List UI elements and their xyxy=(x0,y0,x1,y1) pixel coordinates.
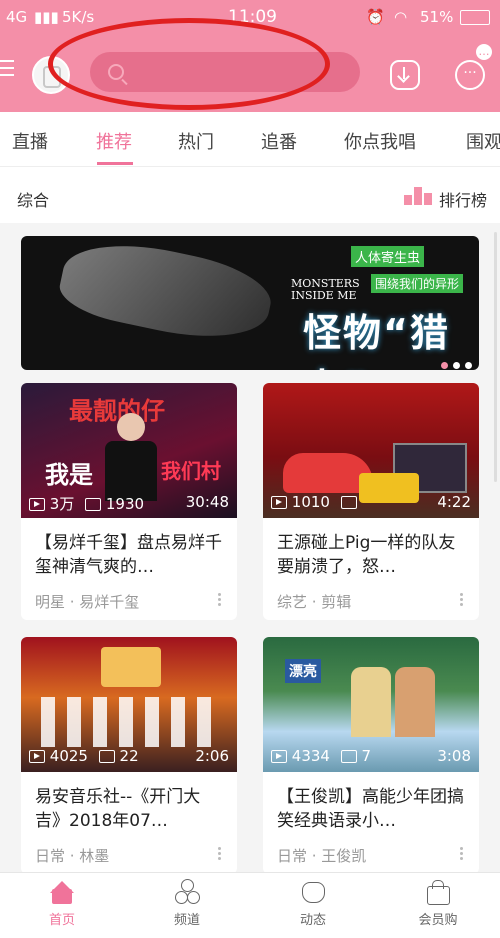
banner-subtitle: 围绕我们的异形 xyxy=(371,274,464,293)
play-count: 1010 xyxy=(291,493,330,511)
video-tag: 综艺 · 剪辑 xyxy=(277,593,352,611)
nav-home[interactable]: 首页 xyxy=(22,879,102,928)
comment-icon xyxy=(340,496,357,509)
banner-tag: 人体寄生虫 xyxy=(351,246,425,267)
menu-icon[interactable] xyxy=(0,60,14,80)
play-count: 4334 xyxy=(291,747,330,765)
play-count: 4025 xyxy=(49,747,88,765)
video-card[interactable]: 漂亮 4334 7 3:08 【王俊凯】高能少年团搞笑经典语录小… 日常 · 王… xyxy=(263,637,479,874)
signal-icon: ▮▮▮ xyxy=(34,8,59,26)
banner-english-title: MONSTERS INSIDE ME xyxy=(291,277,360,302)
nav-label: 首页 xyxy=(48,913,75,928)
video-duration: 3:08 xyxy=(437,747,471,765)
video-duration: 4:22 xyxy=(437,493,471,511)
battery-icon xyxy=(460,10,490,25)
video-card[interactable]: 4025 22 2:06 易安音乐社--《开门大吉》2018年07… 日常 · … xyxy=(21,637,237,874)
play-count-icon xyxy=(29,750,45,763)
video-tag: 日常 · 王俊凯 xyxy=(277,847,367,865)
more-options-icon[interactable] xyxy=(460,593,463,607)
video-duration: 30:48 xyxy=(185,493,229,511)
video-tag: 明星 · 易烊千玺 xyxy=(35,593,140,611)
battery-level: 51% xyxy=(420,8,454,26)
video-stats: 4025 22 2:06 xyxy=(29,747,229,765)
video-title[interactable]: 【王俊凯】高能少年团搞笑经典语录小… xyxy=(277,785,467,833)
video-title[interactable]: 【易烊千玺】盘点易烊千玺神清气爽的… xyxy=(35,531,225,579)
thumbnail-caption: 我是 xyxy=(45,461,93,489)
more-options-icon[interactable] xyxy=(460,847,463,861)
nav-channel[interactable]: 频道 xyxy=(147,879,227,928)
nav-label: 频道 xyxy=(173,913,200,928)
network-indicator: 4G xyxy=(6,8,28,26)
banner-carousel[interactable]: 人体寄生虫 MONSTERS INSIDE ME 围绕我们的异形 怪物“猎人” xyxy=(21,236,479,370)
activity-icon xyxy=(300,879,326,905)
play-count-icon xyxy=(29,498,45,511)
banner-creature-image xyxy=(54,236,278,352)
video-title[interactable]: 王源碰上Pig一样的队友要崩溃了，怒… xyxy=(277,531,467,579)
tab-recommend[interactable]: 推荐 xyxy=(96,128,132,154)
comment-count: 1930 xyxy=(105,495,145,513)
active-tab-indicator xyxy=(97,162,133,165)
tab-anime[interactable]: 追番 xyxy=(261,128,297,154)
tab-bar: 直播 推荐 热门 追番 你点我唱 围观 xyxy=(0,112,500,166)
thumbnail-caption: 最靓的仔 xyxy=(69,397,165,425)
more-options-icon[interactable] xyxy=(218,847,221,861)
tab-watch[interactable]: 围观 xyxy=(466,128,500,154)
play-count: 3万 xyxy=(49,495,75,513)
comment-icon xyxy=(85,498,102,511)
section-bar: 综合 排行榜 xyxy=(0,166,500,223)
scrollbar[interactable] xyxy=(494,232,497,482)
section-label[interactable]: 综合 xyxy=(17,187,49,211)
play-count-icon xyxy=(271,750,287,763)
video-card[interactable]: 1010 4:22 王源碰上Pig一样的队友要崩溃了，怒… 综艺 · 剪辑 xyxy=(263,383,479,620)
video-title[interactable]: 易安音乐社--《开门大吉》2018年07… xyxy=(35,785,225,833)
nav-member-shop[interactable]: 会员购 xyxy=(398,879,478,928)
ranking-link[interactable]: 排行榜 xyxy=(439,187,487,211)
more-options-icon[interactable] xyxy=(218,593,221,607)
ranking-icon[interactable] xyxy=(404,187,432,205)
nav-activity[interactable]: 动态 xyxy=(273,879,353,928)
nav-label: 动态 xyxy=(299,913,326,928)
video-tag: 日常 · 林墨 xyxy=(35,847,110,865)
download-icon[interactable] xyxy=(390,60,420,90)
wifi-icon: ◠ xyxy=(394,8,408,26)
channel-icon xyxy=(174,879,200,905)
message-icon[interactable]: ··· xyxy=(455,60,485,90)
carousel-dots xyxy=(441,354,479,370)
video-duration: 2:06 xyxy=(195,747,229,765)
video-stats: 4334 7 3:08 xyxy=(271,747,471,765)
alarm-icon: ⏰ xyxy=(366,8,385,26)
video-card[interactable]: 最靓的仔 我是 我们村 3万 1930 30:48 【易烊千玺】盘点易烊千玺神清… xyxy=(21,383,237,620)
notification-badge: … xyxy=(476,44,492,60)
comment-count: 22 xyxy=(119,747,139,765)
tab-karaoke[interactable]: 你点我唱 xyxy=(344,128,416,154)
thumbnail-caption: 我们村 xyxy=(161,459,221,483)
comment-icon xyxy=(340,750,357,763)
red-annotation-circle xyxy=(48,18,330,110)
thumbnail-caption: 漂亮 xyxy=(285,659,321,683)
play-count-icon xyxy=(271,496,287,509)
tab-hot[interactable]: 热门 xyxy=(178,128,214,154)
comment-icon xyxy=(98,750,115,763)
shopping-bag-icon xyxy=(425,879,451,905)
tab-live[interactable]: 直播 xyxy=(12,128,48,154)
bottom-nav: 首页 频道 动态 会员购 xyxy=(0,872,500,938)
video-stats: 3万 1930 30:48 xyxy=(29,493,229,514)
nav-label: 会员购 xyxy=(418,913,458,928)
network-speed: 5K/s xyxy=(62,8,95,26)
home-icon xyxy=(49,879,75,905)
video-stats: 1010 4:22 xyxy=(271,493,471,511)
comment-count: 7 xyxy=(361,747,372,765)
